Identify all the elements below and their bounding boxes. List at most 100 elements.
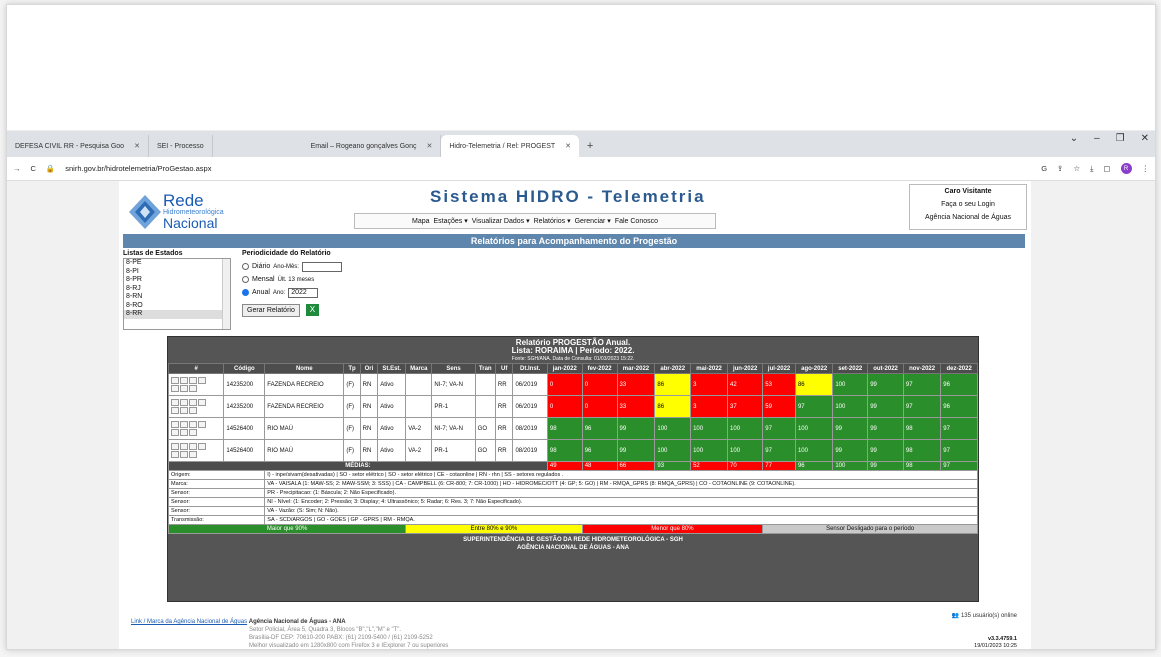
list-icon[interactable] (180, 421, 188, 428)
logo-line3: Nacional (163, 215, 218, 231)
year-month-input[interactable] (301, 261, 342, 272)
graph-icon[interactable] (171, 385, 179, 392)
table-row: 14526400 RIO MAÚ (F) RN Ativo VA-2 PR-1 GO RR 08/… (167, 439, 978, 462)
menu-item-visualizar[interactable]: Visualizar Dados ▾ (472, 217, 530, 225)
menu-item-mapa[interactable]: Mapa (412, 218, 430, 225)
annual-radio[interactable] (242, 289, 249, 296)
report-icon[interactable] (189, 429, 197, 436)
average-value: 97 (940, 461, 978, 471)
excel-export-icon[interactable]: X (305, 304, 319, 317)
report-icon[interactable] (189, 407, 197, 414)
station-status: Ativo (377, 395, 407, 418)
chart-icon[interactable] (198, 421, 206, 428)
legend-key: Sensor: (167, 506, 266, 516)
graph-icon[interactable] (171, 429, 179, 436)
table-icon[interactable] (189, 421, 197, 428)
origin: RN (359, 417, 379, 440)
browser-tools: G ⇪ ☆ ⤓ ▢ R ⋮ (1041, 163, 1149, 174)
download-icon[interactable]: ⤓ (1090, 164, 1093, 174)
station-type: (F) (343, 439, 361, 462)
rede-logo[interactable]: Rede Hidrometeorológica Nacional (129, 189, 249, 235)
list-icon[interactable] (180, 443, 188, 450)
average-value: 49 (546, 461, 583, 471)
browser-tab[interactable]: Email – Rogeano gonçalves Gonç ✕ (303, 135, 442, 157)
minimize-icon[interactable]: – (1094, 133, 1100, 144)
browser-tab[interactable]: DEFESA CIVIL RR - Pesquisa Goo ✕ (7, 135, 149, 157)
station-type: (F) (343, 373, 361, 396)
transmission (474, 373, 496, 396)
avatar[interactable]: R (1120, 163, 1132, 174)
states-listbox[interactable]: 8-PE 8-PI 8-PR 8-RJ 8-RN 8-RO 8-RR (123, 258, 231, 330)
forward-icon[interactable]: → (13, 164, 21, 173)
table-icon[interactable] (189, 443, 197, 450)
list-item[interactable]: 8-PI (124, 268, 230, 277)
reload-icon[interactable]: C (31, 164, 36, 173)
averages-label: MÉDIAS: (168, 461, 548, 471)
map-pin-icon[interactable] (171, 377, 179, 384)
star-icon[interactable]: ☆ (1073, 164, 1080, 173)
restore-icon[interactable]: ❐ (1116, 133, 1125, 144)
column-header: jan-2022 (546, 363, 583, 374)
ana-logo-link[interactable]: Link / Marca da Agência Nacional de Água… (131, 619, 247, 625)
graph-icon[interactable] (171, 407, 179, 414)
row-actions (167, 373, 225, 396)
chart-icon[interactable] (180, 385, 188, 392)
map-pin-icon[interactable] (171, 421, 179, 428)
menu-icon[interactable]: ⋮ (1142, 164, 1150, 173)
table-icon[interactable] (189, 399, 197, 406)
report-table: # Código Nome Tp Ori St.Est. Marca Sens Tran Uf Dt… (167, 363, 978, 534)
map-pin-icon[interactable] (171, 399, 179, 406)
list-item-selected[interactable]: 8-RR (124, 310, 230, 319)
browser-tab-active[interactable]: Hidro-Telemetria / Rel: PROGEST ✕ (441, 135, 580, 157)
chevron-down-icon[interactable]: ⌄ (1070, 133, 1078, 144)
year-input[interactable]: 2022 (288, 287, 319, 298)
list-icon[interactable] (180, 377, 188, 384)
url-field[interactable]: snirh.gov.br/hidrotelemetria/ProGestao.a… (65, 164, 1031, 173)
month-value: 97 (940, 439, 978, 462)
daily-radio[interactable] (242, 263, 249, 270)
menu-item-gerenciar[interactable]: Gerenciar ▾ (575, 217, 611, 225)
close-icon[interactable]: ✕ (426, 142, 432, 150)
generate-report-button[interactable]: Gerar Relatório (242, 304, 300, 317)
station-status: Ativo (377, 417, 407, 440)
close-window-icon[interactable]: ✕ (1141, 133, 1149, 144)
table-icon[interactable] (189, 377, 197, 384)
google-icon[interactable]: G (1041, 164, 1047, 173)
report-icon[interactable] (189, 385, 197, 392)
average-value: 66 (616, 461, 656, 471)
menu-item-estacoes[interactable]: Estações ▾ (434, 217, 468, 225)
close-icon[interactable]: ✕ (565, 142, 571, 150)
listbox-scrollbar[interactable] (222, 259, 230, 329)
footer-line1: SUPERINTENDÊNCIA DE GESTÃO DA REDE HIDRO… (463, 537, 683, 543)
chart-icon[interactable] (198, 443, 206, 450)
new-tab-icon[interactable]: + (579, 135, 601, 157)
visitor-box: Caro Visitante Faça o seu Login Agência … (909, 184, 1027, 230)
chart-icon[interactable] (180, 429, 188, 436)
share-icon[interactable]: ⇪ (1057, 164, 1063, 173)
table-row: 14235200 FAZENDA RECREIO (F) RN Ativo PR-1 RR 0… (167, 395, 978, 418)
list-item[interactable]: 8-RJ (124, 285, 230, 294)
list-icon[interactable] (180, 399, 188, 406)
close-icon[interactable]: ✕ (134, 142, 140, 150)
report-icon[interactable] (189, 451, 197, 458)
sidepanel-icon[interactable]: ▢ (1103, 164, 1110, 173)
chart-icon[interactable] (198, 399, 206, 406)
month-value: 99 (867, 373, 904, 396)
browser-tab[interactable]: SEI - Processo (149, 135, 213, 157)
chart-icon[interactable] (180, 451, 188, 458)
menu-item-relatorios[interactable]: Relatórios ▾ (534, 217, 571, 225)
monthly-radio[interactable] (242, 276, 249, 283)
scale-item: Menor que 80% (581, 524, 764, 534)
map-pin-icon[interactable] (171, 443, 179, 450)
list-item[interactable]: 8-PE (124, 259, 230, 268)
list-item[interactable]: 8-RO (124, 302, 230, 311)
legend-row: Sensor: NI - Nível: (1: Encoder; 2: Press… (167, 497, 978, 507)
list-item[interactable]: 8-RN (124, 293, 230, 302)
login-link[interactable]: Faça o seu Login (910, 198, 1026, 211)
monthly-hint: Últ. 13 meses (277, 276, 315, 283)
graph-icon[interactable] (171, 451, 179, 458)
menu-item-contato[interactable]: Fale Conosco (615, 218, 658, 225)
chart-icon[interactable] (180, 407, 188, 414)
chart-icon[interactable] (198, 377, 206, 384)
list-item[interactable]: 8-PR (124, 276, 230, 285)
